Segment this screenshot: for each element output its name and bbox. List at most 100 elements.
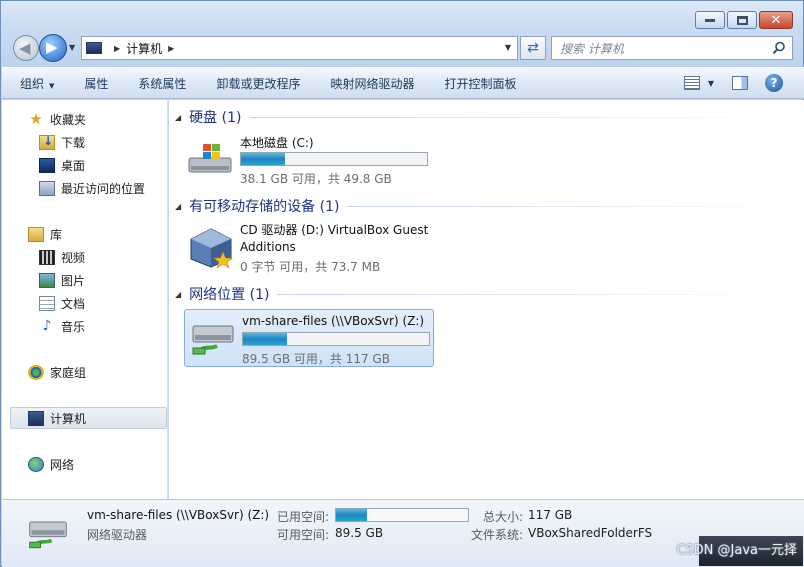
watermark: CSDN @Java一元择 <box>676 543 797 558</box>
details-usage-bar <box>335 508 469 522</box>
details-fs-label: 文件系统: <box>471 528 524 542</box>
drive-d[interactable]: CD 驱动器 (D:) VirtualBox Guest Additions 0… <box>183 220 434 278</box>
collapse-triangle-icon[interactable]: ◢ <box>175 202 181 211</box>
address-bar[interactable]: ▶ 计算机 ▶ ▼ <box>81 36 518 60</box>
help-icon: ? <box>765 74 783 92</box>
refresh-icon: ⇄ <box>527 40 539 56</box>
details-free-value: 89.5 GB <box>335 526 384 540</box>
help-button[interactable]: ? <box>764 74 784 92</box>
system-properties-button[interactable]: 系统属性 <box>138 75 186 92</box>
drive-space-info: 38.1 GB 可用，共 49.8 GB <box>240 172 392 186</box>
back-button[interactable]: ◀ <box>13 35 39 61</box>
preview-pane-button[interactable] <box>730 74 750 92</box>
library-icon <box>28 226 44 242</box>
divider <box>277 293 795 295</box>
collapse-triangle-icon[interactable]: ◢ <box>175 290 181 299</box>
computer-icon <box>86 42 102 54</box>
virtualbox-cd-icon <box>190 228 233 268</box>
nav-item-homegroup[interactable]: 家庭组 <box>2 361 168 383</box>
toolbar-right-controls: ▼ ? <box>668 74 784 92</box>
change-view-button[interactable] <box>682 74 702 92</box>
refresh-button[interactable]: ⇄ <box>520 36 546 60</box>
document-icon <box>39 295 55 311</box>
drive-usage-fill <box>241 153 285 165</box>
computer-icon <box>28 410 44 426</box>
nav-item-videos[interactable]: 视频 <box>2 246 168 268</box>
recent-pages-dropdown[interactable]: ▼ <box>69 43 75 52</box>
nav-item-favorites[interactable]: ★ 收藏夹 <box>2 108 168 130</box>
drive-name: 本地磁盘 (C:) <box>240 136 314 150</box>
group-header-removable[interactable]: ◢ 有可移动存储的设备 (1) <box>175 195 795 217</box>
drive-usage-fill <box>243 333 287 345</box>
preview-pane-icon <box>732 76 748 90</box>
windows-drive-icon <box>188 144 232 173</box>
divider <box>249 116 795 118</box>
open-control-panel-button[interactable]: 打开控制面板 <box>444 75 516 92</box>
homegroup-icon <box>28 364 44 380</box>
nav-label: 家庭组 <box>50 365 87 380</box>
map-network-drive-button[interactable]: 映射网络驱动器 <box>330 75 414 92</box>
star-icon: ★ <box>29 109 43 128</box>
view-options-dropdown[interactable]: ▼ <box>706 74 716 92</box>
nav-label: 图片 <box>61 273 86 288</box>
nav-item-downloads[interactable]: 下载 <box>2 131 168 153</box>
drive-c[interactable]: 本地磁盘 (C:) 38.1 GB 可用，共 49.8 GB <box>183 130 434 188</box>
nav-item-libraries[interactable]: 库 <box>2 223 168 245</box>
maximize-icon <box>736 15 748 25</box>
network-icon <box>28 456 44 472</box>
group-header-network-locations[interactable]: ◢ 网络位置 (1) <box>175 283 795 305</box>
search-icon[interactable] <box>772 41 786 55</box>
divider <box>347 205 795 207</box>
forward-arrow-icon: ▶ <box>46 38 58 56</box>
drive-z[interactable]: vm-share-files (\\VBoxSvr) (Z:) 89.5 GB … <box>184 309 434 367</box>
maximize-button[interactable] <box>727 11 757 29</box>
uninstall-program-button[interactable]: 卸载或更改程序 <box>216 75 300 92</box>
drive-usage-bar <box>242 332 430 346</box>
breadcrumb-separator-icon[interactable]: ▶ <box>168 44 174 53</box>
drive-space-info: 89.5 GB 可用，共 117 GB <box>242 352 390 366</box>
forward-button[interactable]: ▶ <box>39 34 67 62</box>
nav-item-network[interactable]: 网络 <box>2 453 168 475</box>
group-title: 有可移动存储的设备 (1) <box>189 199 340 215</box>
nav-item-desktop[interactable]: 桌面 <box>2 154 168 176</box>
nav-label: 下载 <box>61 135 86 150</box>
nav-label: 收藏夹 <box>50 112 87 127</box>
caption-buttons: ✕ <box>693 11 793 29</box>
close-button[interactable]: ✕ <box>759 11 793 29</box>
minimize-button[interactable] <box>695 11 725 29</box>
details-total-value: 117 GB <box>528 508 573 522</box>
drive-name: vm-share-files (\\VBoxSvr) (Z:) <box>242 314 425 328</box>
nav-item-recent-places[interactable]: 最近访问的位置 <box>2 177 168 199</box>
properties-button[interactable]: 属性 <box>84 75 108 92</box>
search-placeholder: 搜索 计算机 <box>560 41 624 56</box>
nav-item-pictures[interactable]: 图片 <box>2 269 168 291</box>
chevron-down-icon: ▼ <box>49 81 55 90</box>
nav-label: 最近访问的位置 <box>61 181 146 196</box>
nav-label: 库 <box>50 227 63 242</box>
download-folder-icon <box>39 134 55 150</box>
nav-item-music[interactable]: ♪ 音乐 <box>2 315 168 337</box>
details-drive-type: 网络驱动器 <box>87 528 148 542</box>
minimize-icon <box>705 18 715 22</box>
nav-item-documents[interactable]: 文档 <box>2 292 168 314</box>
breadcrumb-computer[interactable]: 计算机 <box>126 40 162 57</box>
nav-label: 网络 <box>50 457 75 472</box>
drive-name: CD 驱动器 (D:) VirtualBox Guest Additions <box>240 223 429 254</box>
network-drive-icon <box>192 325 234 356</box>
organize-button[interactable]: 组织 ▼ <box>20 75 54 92</box>
details-drive-name: vm-share-files (\\VBoxSvr) (Z:) <box>87 508 270 522</box>
nav-item-computer[interactable]: 计算机 <box>10 407 167 429</box>
drive-usage-bar <box>240 152 428 166</box>
music-icon: ♪ <box>42 317 52 334</box>
drive-space-info: 0 字节 可用，共 73.7 MB <box>240 260 381 274</box>
details-total-label: 总大小: <box>483 510 524 524</box>
collapse-triangle-icon[interactable]: ◢ <box>175 113 181 122</box>
nav-label: 计算机 <box>50 411 87 426</box>
navigation-pane: ★ 收藏夹 下载 桌面 最近访问的位置 库 视频 图片 文档 <box>2 100 168 499</box>
group-header-hard-disks[interactable]: ◢ 硬盘 (1) <box>175 106 795 128</box>
breadcrumb-separator-icon[interactable]: ▶ <box>114 44 120 53</box>
desktop-icon <box>39 157 55 173</box>
search-input[interactable]: 搜索 计算机 <box>551 36 793 60</box>
address-history-dropdown[interactable]: ▼ <box>505 43 511 52</box>
details-usage-fill <box>336 509 368 521</box>
